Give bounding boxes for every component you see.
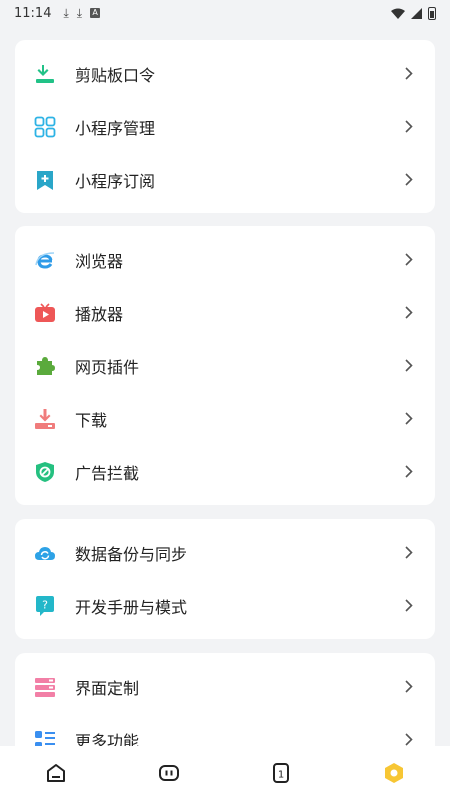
nav-settings-button[interactable]: [364, 746, 424, 800]
tv-play-icon: [33, 301, 57, 325]
row-clipboard-command[interactable]: 剪贴板口令: [15, 47, 435, 100]
chevron-right-icon: [403, 546, 415, 559]
chevron-right-icon: [403, 412, 415, 425]
row-browser[interactable]: 浏览器: [15, 233, 435, 286]
bottom-nav: 1: [0, 746, 450, 800]
chevron-right-icon: [403, 306, 415, 319]
chevron-right-icon: [403, 173, 415, 186]
cloud-sync-icon: [33, 541, 57, 565]
grid-apps-icon: [33, 115, 57, 139]
status-bar: 11:14 ⤓ ⤓ A: [0, 0, 450, 26]
shield-block-icon: [33, 460, 57, 484]
row-dev-manual[interactable]: ? 开发手册与模式: [15, 579, 435, 632]
row-backup-sync[interactable]: 数据备份与同步: [15, 526, 435, 579]
card-customize: 界面定制 更多功能: [15, 653, 435, 746]
layout-custom-icon: [33, 675, 57, 699]
pause-menu-icon: [158, 765, 179, 781]
clipboard-download-icon: [33, 62, 57, 86]
chevron-right-icon: [403, 359, 415, 372]
signal-icon: [411, 7, 422, 19]
card-browsing: 浏览器 播放器 网页插件 下载 广告拦截: [15, 226, 435, 505]
svg-text:?: ?: [42, 598, 48, 611]
chevron-right-icon: [403, 599, 415, 612]
battery-icon: [428, 6, 436, 20]
nav-home-button[interactable]: [26, 746, 86, 800]
app-notification-icon: A: [90, 8, 101, 18]
tab-count-text: 1: [278, 770, 284, 781]
hexagon-settings-icon: [384, 763, 403, 783]
nav-menu-button[interactable]: [139, 746, 199, 800]
row-miniprogram-manage[interactable]: 小程序管理: [15, 100, 435, 153]
row-ad-block[interactable]: 广告拦截: [15, 445, 435, 498]
nav-tabs-button[interactable]: 1: [251, 746, 311, 800]
help-bubble-icon: ?: [33, 594, 57, 618]
puzzle-icon: [33, 354, 57, 378]
home-icon: [47, 764, 66, 782]
chevron-right-icon: [403, 67, 415, 80]
more-list-icon: [33, 728, 57, 746]
row-player[interactable]: 播放器: [15, 286, 435, 339]
row-web-plugins[interactable]: 网页插件: [15, 339, 435, 392]
status-time: 11:14: [14, 5, 52, 21]
wifi-icon: [391, 8, 405, 19]
download-status-icon: ⤓: [63, 6, 69, 20]
chevron-right-icon: [403, 120, 415, 133]
row-ui-custom[interactable]: 界面定制: [15, 660, 435, 713]
card-tools: 剪贴板口令 小程序管理 小程序订阅: [15, 40, 435, 213]
chevron-right-icon: [403, 680, 415, 693]
tabs-count-icon: 1: [273, 763, 290, 783]
card-data: 数据备份与同步 ? 开发手册与模式: [15, 519, 435, 639]
settings-list: 剪贴板口令 小程序管理 小程序订阅 浏览器 播放器 网页插件 下载 广告拦截 数…: [0, 26, 450, 746]
row-miniprogram-subscribe[interactable]: 小程序订阅: [15, 153, 435, 206]
chevron-right-icon: [403, 253, 415, 266]
row-download[interactable]: 下载: [15, 392, 435, 445]
browser-e-icon: [33, 248, 57, 272]
chevron-right-icon: [403, 465, 415, 478]
chevron-right-icon: [403, 733, 415, 746]
download-status-icon: ⤓: [76, 6, 83, 20]
download-icon: [33, 407, 57, 431]
bookmark-add-icon: [33, 168, 57, 192]
row-more-features[interactable]: 更多功能: [15, 713, 435, 746]
